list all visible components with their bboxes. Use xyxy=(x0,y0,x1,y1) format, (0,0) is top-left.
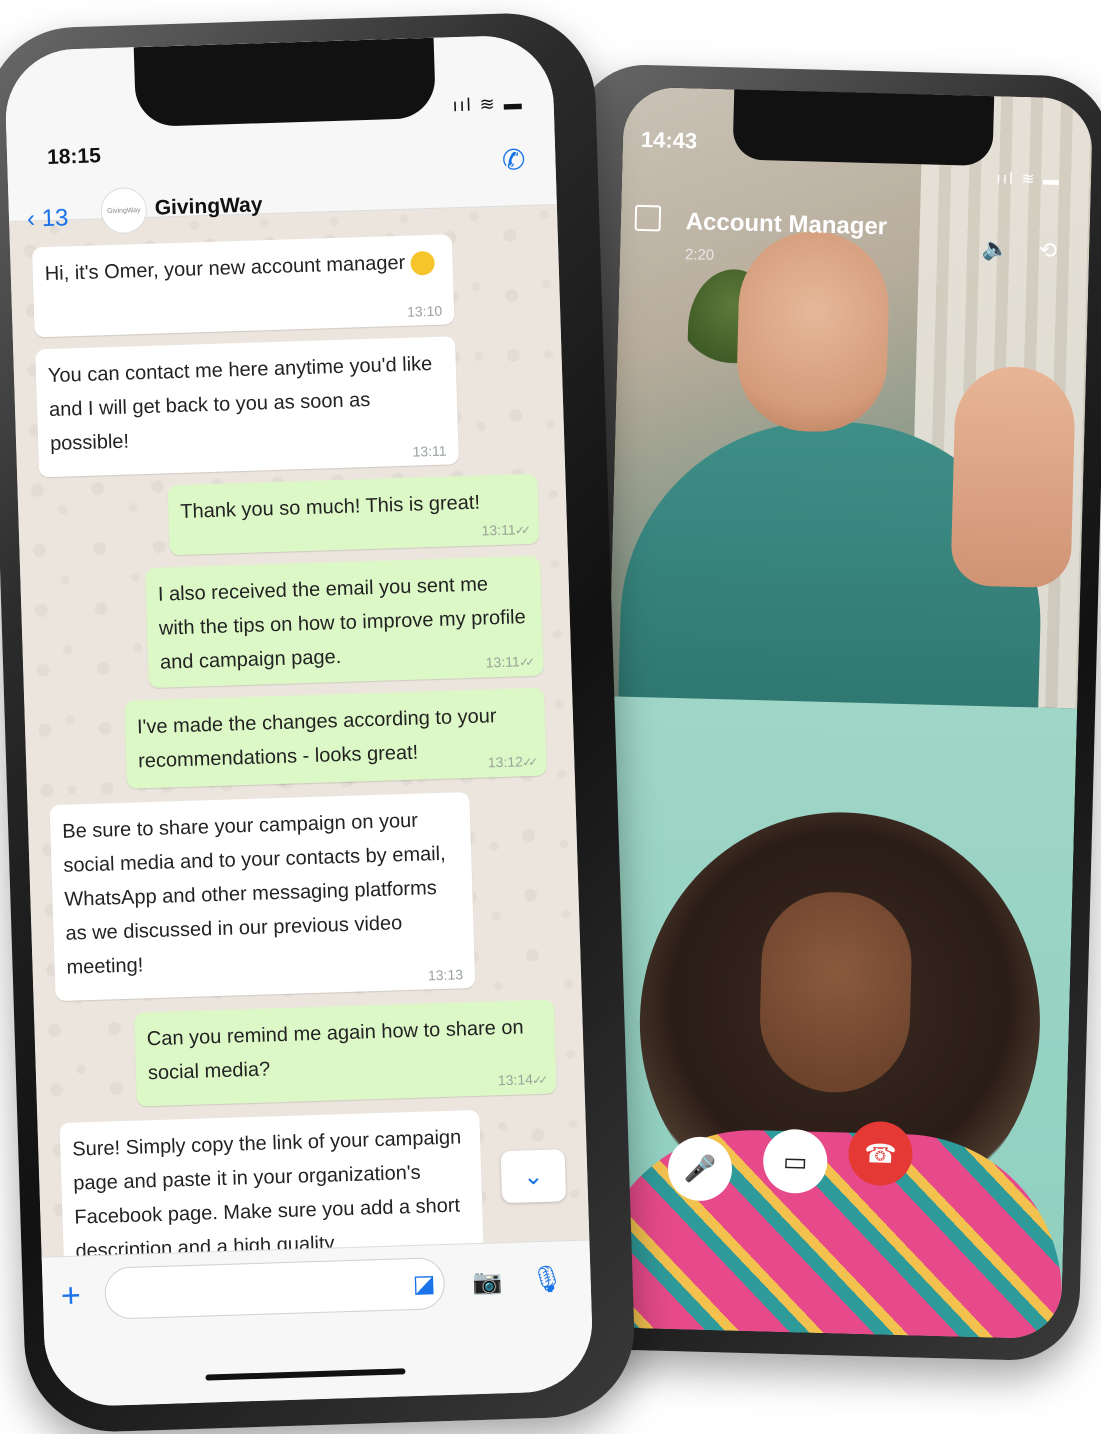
message-bubble[interactable]: I've made the changes according to your … xyxy=(124,687,547,789)
end-call-icon: ☎ xyxy=(863,1137,898,1169)
chevron-left-icon: ‹ xyxy=(26,205,36,233)
message-bubble[interactable]: Hi, it's Omer, your new account manager … xyxy=(31,234,455,338)
message-composer: + ◪ 📷 🎙 xyxy=(41,1239,595,1408)
message-text: I've made the changes according to your … xyxy=(136,705,497,773)
status-icons: ııl ≋ ▬ xyxy=(452,92,524,116)
message-input[interactable] xyxy=(104,1257,446,1320)
message-text: Hi, it's Omer, your new account manager xyxy=(44,251,406,286)
message-time: 13:12 xyxy=(488,753,535,771)
contact-name[interactable]: GivingWay xyxy=(154,193,262,220)
chat-screen: 18:15 ııl ≋ ▬ ‹ 13 GivingWay GivingWay ✆… xyxy=(3,34,595,1408)
message-time: 13:10 xyxy=(406,302,443,320)
remote-person-head xyxy=(735,229,891,434)
status-time: 14:43 xyxy=(640,126,698,154)
message-bubble[interactable]: You can contact me here anytime you'd li… xyxy=(35,336,459,478)
video-camera-icon: ▭ xyxy=(782,1145,808,1177)
smile-emoji-icon xyxy=(410,250,436,276)
remote-person-hand xyxy=(950,365,1077,589)
status-time: 18:15 xyxy=(46,144,102,169)
local-video xyxy=(591,696,1078,1340)
message-bubble[interactable]: I also received the email you sent me wi… xyxy=(145,555,544,689)
video-call-screen: 14:43 ııl ≋ ▬ Account Manager 2:20 🔈 ⟲ xyxy=(591,86,1094,1340)
message-bubble[interactable]: Be sure to share your campaign on your s… xyxy=(49,792,476,1002)
scroll-to-bottom-button[interactable]: ⌄ xyxy=(500,1149,567,1204)
message-time: 13:11 xyxy=(485,653,531,671)
message-text: Thank you so much! This is great! xyxy=(179,491,481,523)
notch xyxy=(133,37,437,128)
call-timer: 2:20 xyxy=(684,246,715,264)
message-list[interactable]: Hi, it's Omer, your new account manager … xyxy=(9,209,589,1303)
local-person-face xyxy=(758,890,914,1095)
message-text: Can you remind me again how to share on … xyxy=(146,1016,524,1085)
status-icons: ııl ≋ ▬ xyxy=(996,170,1062,189)
message-time: 13:14 xyxy=(498,1071,545,1089)
unread-count: 13 xyxy=(41,204,69,233)
add-call-icon[interactable]: ✆ xyxy=(501,143,525,177)
mic-icon: 🎤 xyxy=(683,1152,717,1184)
message-text: Sure! Simply copy the link of your campa… xyxy=(71,1126,462,1263)
notch xyxy=(732,89,995,167)
local-person-dress xyxy=(591,1126,1066,1340)
message-text: I also received the email you sent me wi… xyxy=(157,573,526,674)
avatar-logo: GivingWay xyxy=(106,206,141,215)
sticker-icon[interactable]: ◪ xyxy=(412,1269,436,1299)
chevron-down-icon: ⌄ xyxy=(522,1162,544,1191)
camera-icon[interactable]: 📷 xyxy=(472,1267,503,1297)
message-bubble[interactable]: Can you remind me again how to share on … xyxy=(134,999,557,1107)
message-time: 13:13 xyxy=(427,966,464,984)
home-indicator xyxy=(205,1368,406,1381)
mic-icon[interactable]: 🎙 xyxy=(530,1263,564,1295)
message-bubble[interactable]: Thank you so much! This is great! 13:11 xyxy=(167,473,540,556)
back-button[interactable]: ‹ 13 xyxy=(27,204,69,233)
chat-phone: 18:15 ııl ≋ ▬ ‹ 13 GivingWay GivingWay ✆… xyxy=(0,10,637,1434)
chat-icon[interactable] xyxy=(634,204,662,232)
call-title: Account Manager xyxy=(685,208,888,241)
plus-icon[interactable]: + xyxy=(60,1276,81,1316)
message-time: 13:11 xyxy=(412,442,447,460)
message-time: 13:11 xyxy=(481,521,527,539)
camera-switch-icon[interactable]: ⟲ xyxy=(1038,237,1057,263)
message-text: You can contact me here anytime you'd li… xyxy=(47,352,433,456)
message-text: Be sure to share your campaign on your s… xyxy=(61,809,446,979)
speaker-icon[interactable]: 🔈 xyxy=(981,236,1009,263)
